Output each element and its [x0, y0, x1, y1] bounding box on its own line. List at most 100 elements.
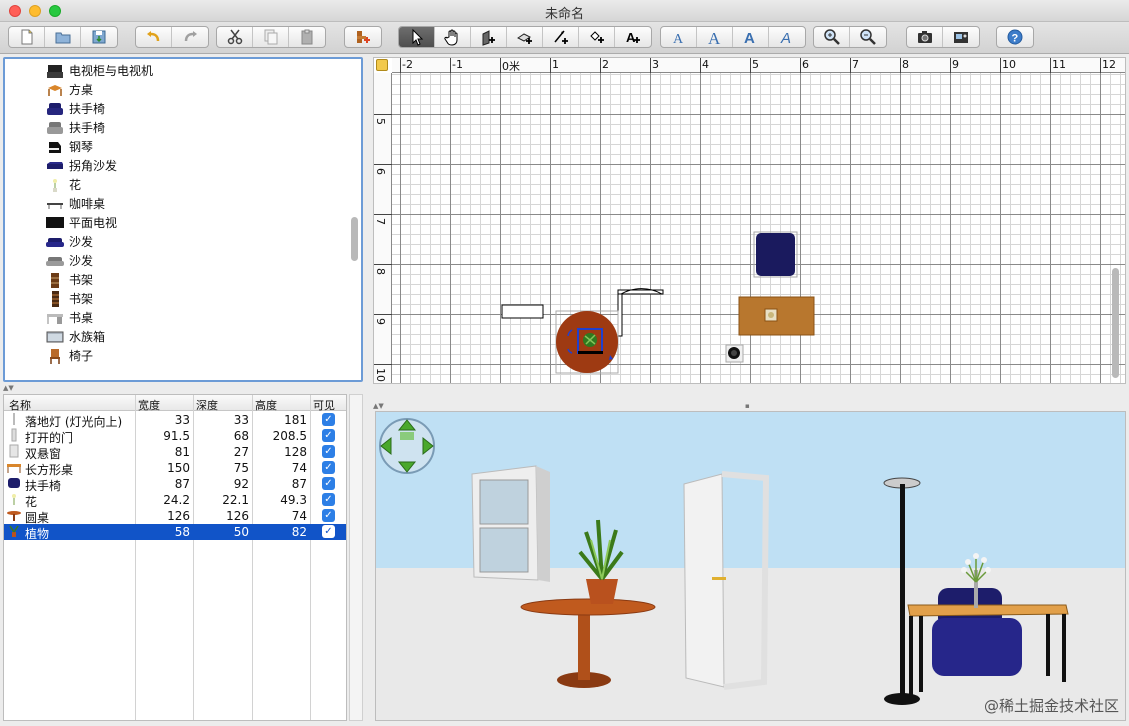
decrease-text-size-button[interactable]: A: [661, 27, 697, 47]
round-table-icon: [7, 508, 21, 525]
horizontal-ruler: -2 -1 0米 1 2 3 4 5 6 7 8 9 10 11 12: [392, 58, 1125, 73]
3d-view[interactable]: @稀土掘金技术社区: [375, 411, 1126, 721]
table-row[interactable]: 花 24.2 22.1 49.3 ✓: [4, 492, 346, 509]
ruler-tick: [1050, 58, 1051, 73]
table-row[interactable]: 双悬窗 81 27 128 ✓: [4, 444, 346, 461]
pan-mode-button[interactable]: [435, 27, 471, 47]
catalog-item[interactable]: 钢琴: [45, 137, 93, 156]
plan-grid[interactable]: [392, 73, 1125, 383]
ruler-tick: [1000, 58, 1001, 73]
catalog-item[interactable]: 花: [45, 175, 81, 194]
visible-checkbox[interactable]: ✓: [322, 445, 335, 458]
create-dimensions-button[interactable]: [543, 27, 579, 47]
create-polylines-button[interactable]: [579, 27, 615, 47]
svg-text:A: A: [708, 29, 721, 46]
plant-icon: [7, 524, 21, 541]
column-header-visible[interactable]: 可见: [313, 397, 335, 413]
create-photo-button[interactable]: [907, 27, 943, 47]
copy-button[interactable]: [253, 27, 289, 47]
catalog-item[interactable]: 书架: [45, 289, 93, 308]
create-rooms-button[interactable]: [507, 27, 543, 47]
table-row[interactable]: 圆桌 126 126 74 ✓: [4, 508, 346, 525]
save-button[interactable]: [81, 27, 117, 47]
visible-checkbox[interactable]: ✓: [322, 477, 335, 490]
catalog-item[interactable]: 书桌: [45, 308, 93, 327]
catalog-item[interactable]: 沙发: [45, 251, 93, 270]
table-row[interactable]: 打开的门 91.5 68 208.5 ✓: [4, 428, 346, 445]
new-home-button[interactable]: [9, 27, 45, 47]
help-button[interactable]: ?: [997, 27, 1033, 47]
zoom-out-button[interactable]: [850, 27, 886, 47]
table-scrollbar-track[interactable]: [349, 394, 363, 721]
svg-text:A: A: [780, 30, 791, 46]
italic-text-button[interactable]: A: [769, 27, 805, 47]
catalog-item[interactable]: 方桌: [45, 80, 93, 99]
plan-rectangular-table[interactable]: [738, 296, 815, 336]
visible-checkbox[interactable]: ✓: [322, 461, 335, 474]
catalog-item[interactable]: 电视柜与电视机: [45, 61, 153, 80]
table-row[interactable]: 植物 58 50 82 ✓: [4, 524, 346, 541]
create-video-button[interactable]: [943, 27, 979, 47]
paste-button[interactable]: [289, 27, 325, 47]
table-row[interactable]: 落地灯 (灯光向上) 33 33 181 ✓: [4, 412, 346, 429]
select-mode-button[interactable]: [399, 27, 435, 47]
catalog-item[interactable]: 书架: [45, 270, 93, 289]
catalog-scrollbar[interactable]: [351, 217, 358, 261]
furniture-catalog[interactable]: 电视柜与电视机 方桌 扶手椅 扶手椅 钢琴 拐角沙发 花 咖啡桌 平面电视 沙发…: [3, 57, 363, 382]
column-header-height[interactable]: 高度: [255, 397, 277, 413]
catalog-item[interactable]: 拐角沙发: [45, 156, 117, 175]
catalog-item-label: 拐角沙发: [69, 159, 118, 173]
visible-checkbox[interactable]: ✓: [322, 429, 335, 442]
bold-text-button[interactable]: A: [733, 27, 769, 47]
visible-checkbox[interactable]: ✓: [322, 509, 335, 522]
catalog-splitter[interactable]: ▲▼: [3, 384, 363, 392]
row-width: 126: [167, 509, 190, 523]
zoom-in-button[interactable]: [814, 27, 850, 47]
row-height: 87: [291, 477, 307, 491]
row-depth: 33: [233, 413, 249, 427]
ruler-tick: [750, 58, 751, 73]
plan-view[interactable]: -2 -1 0米 1 2 3 4 5 6 7 8 9 10 11 12 5 6 7 8 9 10: [373, 57, 1126, 384]
navigation-arrows-icon[interactable]: [379, 418, 435, 474]
column-header-width[interactable]: 宽度: [138, 397, 160, 413]
plan-scrollbar[interactable]: [1112, 268, 1119, 378]
room-icon: [516, 33, 532, 44]
column-header-depth[interactable]: 深度: [196, 397, 218, 413]
plan-window[interactable]: [501, 304, 544, 319]
table-row[interactable]: 长方形桌 150 75 74 ✓: [4, 460, 346, 477]
row-depth: 27: [233, 445, 249, 459]
open-button[interactable]: [45, 27, 81, 47]
row-width: 33: [174, 413, 190, 427]
plan-floor-lamp[interactable]: [725, 344, 744, 363]
paste-icon: [301, 29, 313, 45]
catalog-item[interactable]: 咖啡桌: [45, 194, 105, 213]
redo-button[interactable]: [172, 27, 208, 47]
plan-armchair[interactable]: [753, 231, 798, 278]
add-furniture-button[interactable]: [345, 27, 381, 47]
lock-icon[interactable]: [376, 59, 388, 71]
table-row[interactable]: 扶手椅 87 92 87 ✓: [4, 476, 346, 493]
increase-text-size-button[interactable]: A: [697, 27, 733, 47]
column-header-name[interactable]: 名称: [9, 397, 31, 413]
row-width: 87: [174, 477, 190, 491]
create-walls-button[interactable]: [471, 27, 507, 47]
plan-drawing: [501, 231, 815, 374]
catalog-item[interactable]: 椅子: [45, 346, 93, 365]
catalog-item-label: 沙发: [69, 254, 94, 268]
undo-button[interactable]: [136, 27, 172, 47]
catalog-item[interactable]: 平面电视: [45, 213, 117, 232]
add-text-button[interactable]: A: [615, 27, 651, 47]
catalog-item[interactable]: 扶手椅: [45, 99, 105, 118]
cut-button[interactable]: [217, 27, 253, 47]
catalog-item[interactable]: 扶手椅: [45, 118, 105, 137]
visible-checkbox[interactable]: ✓: [322, 493, 335, 506]
visible-checkbox[interactable]: ✓: [322, 525, 335, 538]
catalog-item[interactable]: 水族箱: [45, 327, 105, 346]
visible-checkbox[interactable]: ✓: [322, 413, 335, 426]
catalog-item[interactable]: 沙发: [45, 232, 93, 251]
file-button-group: [8, 26, 118, 48]
plan-3d-splitter[interactable]: ▲▼ ▪: [373, 402, 1126, 410]
ruler-tick: [850, 58, 851, 73]
plan-door[interactable]: [617, 288, 664, 337]
bold-icon: A: [744, 30, 755, 46]
